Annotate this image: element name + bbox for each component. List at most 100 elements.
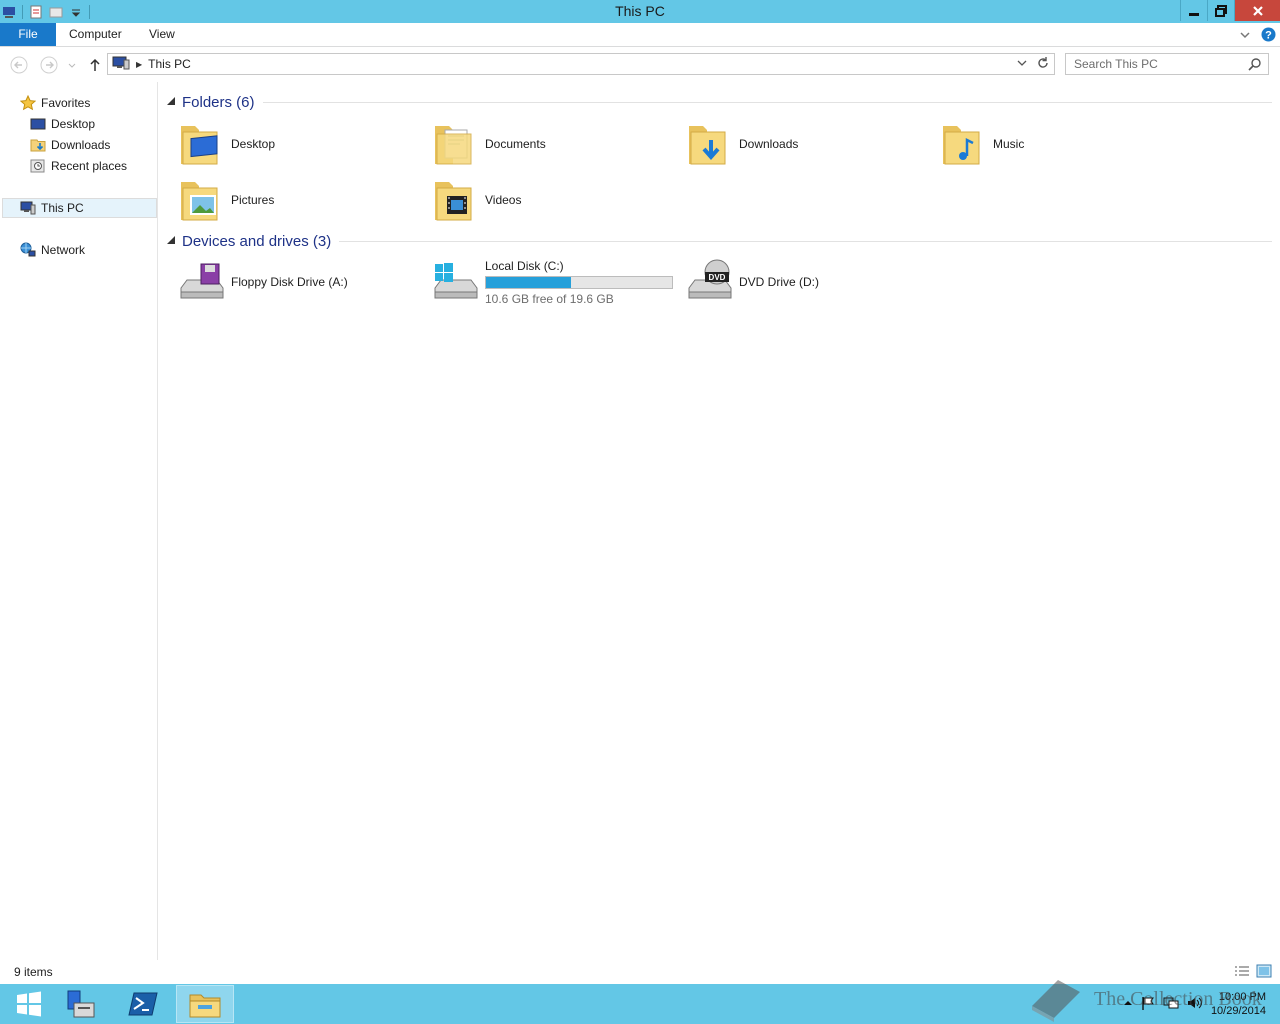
this-pc-icon bbox=[20, 200, 36, 216]
file-explorer-button[interactable] bbox=[176, 985, 234, 1023]
close-icon bbox=[1252, 5, 1263, 16]
drive-label: DVD Drive (D:) bbox=[739, 275, 819, 289]
drive-tile-dvd[interactable]: DVD DVD Drive (D:) bbox=[685, 255, 935, 309]
tab-computer[interactable]: Computer bbox=[69, 23, 122, 46]
folder-downloads-icon bbox=[685, 120, 733, 168]
title-bar: This PC bbox=[0, 0, 1280, 23]
nav-item-label: Recent places bbox=[51, 159, 128, 173]
tab-view[interactable]: View bbox=[149, 23, 175, 46]
folder-pictures-icon bbox=[177, 176, 225, 224]
navigation-pane: Favorites Desktop Downloads Recent place… bbox=[0, 82, 158, 960]
folder-tile-desktop[interactable]: Desktop bbox=[177, 117, 427, 171]
group-header-folders[interactable]: Folders (6) bbox=[167, 91, 1272, 113]
minimize-icon bbox=[1189, 12, 1199, 16]
drive-tile-local-disk[interactable]: Local Disk (C:) 10.6 GB free of 19.6 GB bbox=[431, 255, 681, 309]
watermark-text: The Collection Book bbox=[1094, 987, 1262, 1010]
content-area: Folders (6) Desktop Documents Downloads … bbox=[159, 82, 1280, 960]
local-disk-icon bbox=[431, 258, 479, 306]
folder-label: Pictures bbox=[231, 193, 275, 207]
nav-item-label: Network bbox=[41, 243, 86, 257]
drive-tile-floppy[interactable]: Floppy Disk Drive (A:) bbox=[177, 255, 427, 309]
nav-item-label: Favorites bbox=[41, 96, 91, 110]
search-input[interactable] bbox=[1074, 54, 1250, 74]
group-title: Folders (6) bbox=[182, 93, 255, 111]
minimize-button[interactable] bbox=[1180, 0, 1207, 21]
address-history-dropdown[interactable] bbox=[1016, 56, 1028, 73]
chevron-down-icon bbox=[68, 63, 76, 68]
server-manager-icon bbox=[67, 990, 95, 1018]
disk-usage-fill bbox=[486, 276, 572, 288]
refresh-button[interactable] bbox=[1036, 56, 1050, 73]
folder-label: Downloads bbox=[739, 137, 799, 151]
address-row: ▶ This PC bbox=[0, 48, 1280, 81]
recent-locations-button[interactable] bbox=[66, 56, 78, 74]
restore-icon bbox=[1215, 4, 1227, 17]
chevron-down-icon bbox=[1017, 60, 1027, 66]
folder-videos-icon bbox=[431, 176, 479, 224]
forward-arrow-icon bbox=[40, 56, 58, 74]
local-disk-info: Local Disk (C:) 10.6 GB free of 19.6 GB bbox=[485, 259, 673, 306]
drive-label: Local Disk (C:) bbox=[485, 258, 564, 273]
nav-item-label: Desktop bbox=[51, 117, 96, 131]
floppy-drive-icon bbox=[177, 258, 225, 306]
folder-music-icon bbox=[939, 120, 987, 168]
refresh-icon bbox=[1038, 57, 1048, 68]
desktop-icon bbox=[30, 116, 46, 132]
breadcrumb[interactable]: This PC bbox=[148, 57, 191, 71]
search-icon[interactable] bbox=[1248, 57, 1262, 74]
nav-item-label: This PC bbox=[41, 201, 84, 215]
svg-text:?: ? bbox=[1265, 30, 1272, 42]
drive-label: Floppy Disk Drive (A:) bbox=[231, 275, 348, 289]
this-pc-icon bbox=[112, 56, 130, 73]
folder-tile-downloads[interactable]: Downloads bbox=[685, 117, 935, 171]
folder-tile-videos[interactable]: Videos bbox=[431, 173, 681, 227]
network-icon bbox=[20, 242, 36, 258]
recent-places-icon bbox=[30, 158, 46, 174]
tab-file[interactable]: File bbox=[0, 23, 56, 46]
folder-tile-documents[interactable]: Documents bbox=[431, 117, 681, 171]
forward-button[interactable] bbox=[40, 56, 58, 74]
powershell-button[interactable] bbox=[114, 985, 172, 1023]
disk-usage-bar bbox=[485, 275, 673, 289]
group-title: Devices and drives (3) bbox=[182, 232, 332, 250]
collapse-arrow-icon[interactable] bbox=[167, 236, 175, 244]
nav-this-pc[interactable]: This PC bbox=[2, 198, 157, 218]
folder-tile-pictures[interactable]: Pictures bbox=[177, 173, 427, 227]
group-divider bbox=[262, 101, 1272, 103]
dvd-drive-icon: DVD bbox=[685, 258, 733, 306]
expand-ribbon-icon[interactable] bbox=[1239, 29, 1251, 44]
window-controls bbox=[1180, 0, 1280, 21]
svg-text:DVD: DVD bbox=[709, 273, 726, 282]
close-button[interactable] bbox=[1234, 0, 1280, 21]
nav-item-label: Downloads bbox=[51, 138, 111, 152]
nav-favorites[interactable]: Favorites bbox=[19, 93, 91, 113]
nav-network[interactable]: Network bbox=[20, 240, 85, 260]
server-manager-button[interactable] bbox=[52, 985, 110, 1023]
nav-recent-places[interactable]: Recent places bbox=[30, 156, 127, 176]
start-button[interactable] bbox=[0, 985, 58, 1023]
folder-desktop-icon bbox=[177, 120, 225, 168]
folder-documents-icon bbox=[431, 120, 479, 168]
group-header-drives[interactable]: Devices and drives (3) bbox=[167, 230, 1272, 252]
disk-free-text: 10.6 GB free of 19.6 GB bbox=[485, 291, 614, 306]
folder-tile-music[interactable]: Music bbox=[939, 117, 1189, 171]
file-explorer-icon bbox=[189, 994, 221, 1018]
powershell-icon bbox=[128, 992, 158, 1016]
address-controls bbox=[1016, 56, 1050, 73]
watermark: The Collection Book bbox=[1028, 976, 1262, 1022]
up-button[interactable] bbox=[86, 56, 104, 74]
item-count: 9 items bbox=[14, 965, 53, 979]
back-arrow-icon bbox=[10, 56, 28, 74]
address-bar[interactable]: ▶ This PC bbox=[107, 53, 1055, 75]
breadcrumb-arrow-icon[interactable]: ▶ bbox=[136, 60, 142, 69]
restore-button[interactable] bbox=[1207, 0, 1234, 21]
back-button[interactable] bbox=[10, 56, 28, 74]
folder-label: Documents bbox=[485, 137, 546, 151]
collapse-arrow-icon[interactable] bbox=[167, 97, 175, 105]
help-icon[interactable]: ? bbox=[1261, 27, 1276, 45]
group-divider bbox=[339, 240, 1272, 242]
folder-label: Music bbox=[993, 137, 1025, 151]
nav-downloads[interactable]: Downloads bbox=[30, 135, 110, 155]
windows-logo-icon bbox=[17, 991, 41, 1017]
nav-desktop[interactable]: Desktop bbox=[30, 114, 95, 134]
